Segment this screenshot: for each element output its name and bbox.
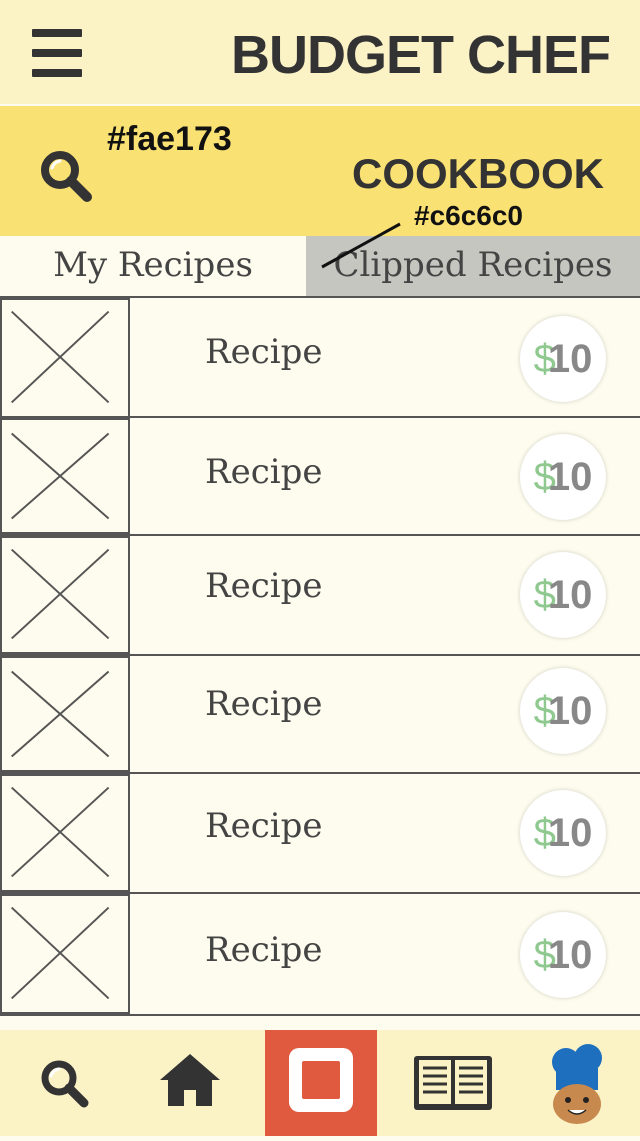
price-badge: $10 [520, 668, 606, 754]
recipe-row[interactable]: Recipe $10 [0, 774, 640, 894]
recipe-name: Recipe [205, 332, 323, 372]
recipe-row[interactable]: Recipe $10 [0, 656, 640, 774]
recipe-tabs: My Recipes Clipped Recipes [0, 236, 640, 296]
search-icon [41, 1060, 89, 1108]
recipe-image-placeholder [0, 774, 130, 892]
recipe-name: Recipe [205, 930, 323, 970]
recipe-name: Recipe [205, 566, 323, 606]
chef-avatar-icon [552, 1044, 602, 1124]
recipe-name: Recipe [205, 684, 323, 724]
recipe-name: Recipe [205, 452, 323, 492]
price-amount: 10 [547, 455, 593, 499]
nav-home[interactable] [128, 1030, 264, 1136]
nav-profile[interactable] [530, 1030, 640, 1136]
section-title: COOKBOOK [352, 150, 604, 197]
price-badge: $10 [520, 912, 606, 998]
price-amount: 10 [547, 933, 593, 977]
price-amount: 10 [547, 337, 593, 381]
nav-search[interactable] [0, 1030, 128, 1136]
recipe-image-placeholder [0, 536, 130, 654]
stop-square-icon [289, 1048, 353, 1112]
recipe-image-placeholder [0, 656, 130, 772]
price-amount: 10 [547, 689, 593, 733]
recipe-image-placeholder [0, 298, 130, 418]
app-title: BUDGET CHEF [231, 25, 611, 85]
search-icon[interactable] [38, 148, 94, 204]
cookbook-header: #fae173 COOKBOOK [0, 106, 640, 236]
open-book-icon [414, 1056, 492, 1110]
recipe-image-placeholder [0, 894, 130, 1014]
tab-clipped-recipes[interactable]: Clipped Recipes [306, 236, 640, 296]
bottom-nav [0, 1030, 640, 1136]
price-badge: $10 [520, 316, 606, 402]
nav-stop[interactable] [265, 1030, 377, 1136]
price-badge: $10 [520, 552, 606, 638]
top-bar: BUDGET CHEF [0, 0, 640, 104]
recipe-image-placeholder [0, 418, 130, 534]
recipe-list: Recipe $10 Recipe $10 Recipe $10 Recipe … [0, 296, 640, 1016]
hamburger-menu-icon[interactable] [32, 29, 82, 77]
price-amount: 10 [547, 573, 593, 617]
recipe-row[interactable]: Recipe $10 [0, 298, 640, 418]
recipe-row[interactable]: Recipe $10 [0, 418, 640, 536]
recipe-row[interactable]: Recipe $10 [0, 894, 640, 1016]
color-annotation: #fae173 [107, 120, 232, 158]
color-annotation: #c6c6c0 [414, 200, 524, 231]
tab-my-recipes[interactable]: My Recipes [0, 236, 306, 296]
price-badge: $10 [520, 790, 606, 876]
price-amount: 10 [547, 811, 593, 855]
nav-cookbook[interactable] [400, 1030, 504, 1136]
price-badge: $10 [520, 434, 606, 520]
recipe-row[interactable]: Recipe $10 [0, 536, 640, 656]
home-icon [160, 1054, 220, 1106]
recipe-name: Recipe [205, 806, 323, 846]
